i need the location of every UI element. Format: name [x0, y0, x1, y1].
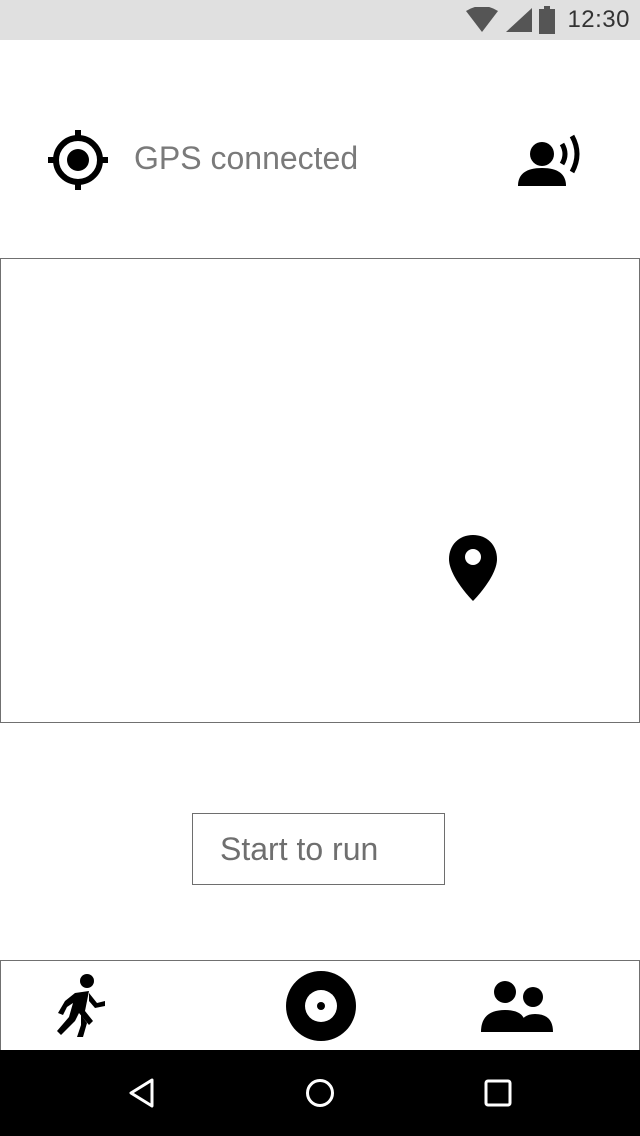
people-icon: [481, 980, 553, 1032]
cell-signal-icon: [506, 8, 533, 32]
gps-fixed-icon: [48, 130, 108, 190]
recents-button[interactable]: [474, 1070, 522, 1116]
nav-item-people[interactable]: [475, 961, 559, 1050]
gps-status-text: GPS connected: [134, 140, 359, 176]
location-pin-icon[interactable]: [447, 533, 499, 603]
wifi-icon: [466, 7, 499, 32]
system-nav-bar: [0, 1050, 640, 1136]
status-time: 12:30: [567, 6, 630, 33]
nav-item-record[interactable]: [281, 961, 361, 1050]
recents-icon: [484, 1079, 512, 1107]
battery-icon: [539, 6, 556, 34]
home-button[interactable]: [296, 1070, 344, 1116]
voice-over-icon[interactable]: [516, 132, 588, 190]
nav-item-run[interactable]: [41, 961, 121, 1050]
runner-icon: [57, 973, 105, 1037]
bottom-nav: [0, 960, 640, 1050]
start-run-button[interactable]: Start to run: [192, 813, 445, 885]
status-icons: 12:30: [465, 0, 630, 40]
home-icon: [306, 1079, 334, 1107]
map-view[interactable]: [0, 258, 640, 723]
gps-status-row: GPS connected: [0, 110, 640, 210]
record-icon: [286, 970, 356, 1041]
back-button[interactable]: [118, 1070, 166, 1116]
back-icon: [129, 1078, 154, 1108]
status-bar: 12:30: [0, 0, 640, 40]
